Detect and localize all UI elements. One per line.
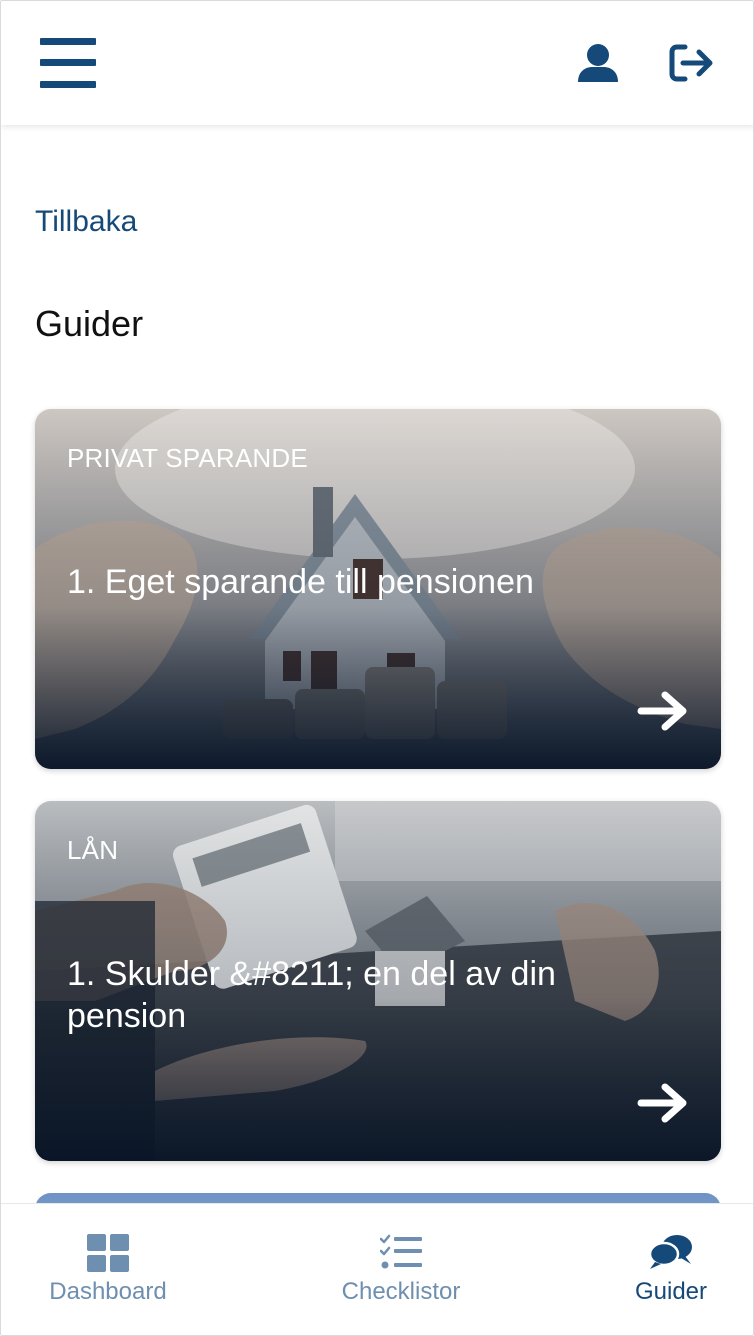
card-title: 1. Skulder &#8211; en del av din pension: [67, 955, 556, 1035]
tab-label: Dashboard: [49, 1278, 167, 1305]
back-link[interactable]: Tillbaka: [35, 205, 137, 239]
arrow-right-icon: [637, 691, 687, 731]
card-title: 1. Eget sparande till pensionen: [67, 563, 534, 601]
dashboard-grid-icon: [87, 1234, 129, 1272]
top-bar: [1, 1, 753, 125]
guide-card-loans[interactable]: LÅN 1. Skulder &#8211; en del av din pen…: [35, 801, 721, 1161]
user-icon[interactable]: [576, 42, 620, 84]
page-title: Guider: [35, 303, 144, 344]
card-category: LÅN: [67, 835, 119, 865]
arrow-right-icon: [637, 1083, 687, 1123]
tab-checklistor[interactable]: Checklistor: [316, 1204, 486, 1335]
tab-dashboard[interactable]: Dashboard: [28, 1204, 188, 1335]
app-frame: Tillbaka Guider PRIVAT SPARANDE 1. Eget …: [0, 0, 754, 1336]
tab-guider[interactable]: Guider: [611, 1204, 731, 1335]
chat-bubbles-icon: [649, 1235, 692, 1269]
checklist-icon: [380, 1234, 422, 1269]
guide-card-private-savings[interactable]: PRIVAT SPARANDE 1. Eget sparande till pe…: [35, 409, 721, 769]
hamburger-menu-icon[interactable]: [40, 38, 96, 88]
tab-label: Checklistor: [341, 1278, 461, 1305]
card-category: PRIVAT SPARANDE: [67, 443, 308, 473]
bottom-tab-bar: Dashboard Checklistor Guider: [1, 1203, 753, 1335]
tab-label: Guider: [634, 1278, 708, 1305]
sign-out-icon[interactable]: [669, 43, 715, 83]
